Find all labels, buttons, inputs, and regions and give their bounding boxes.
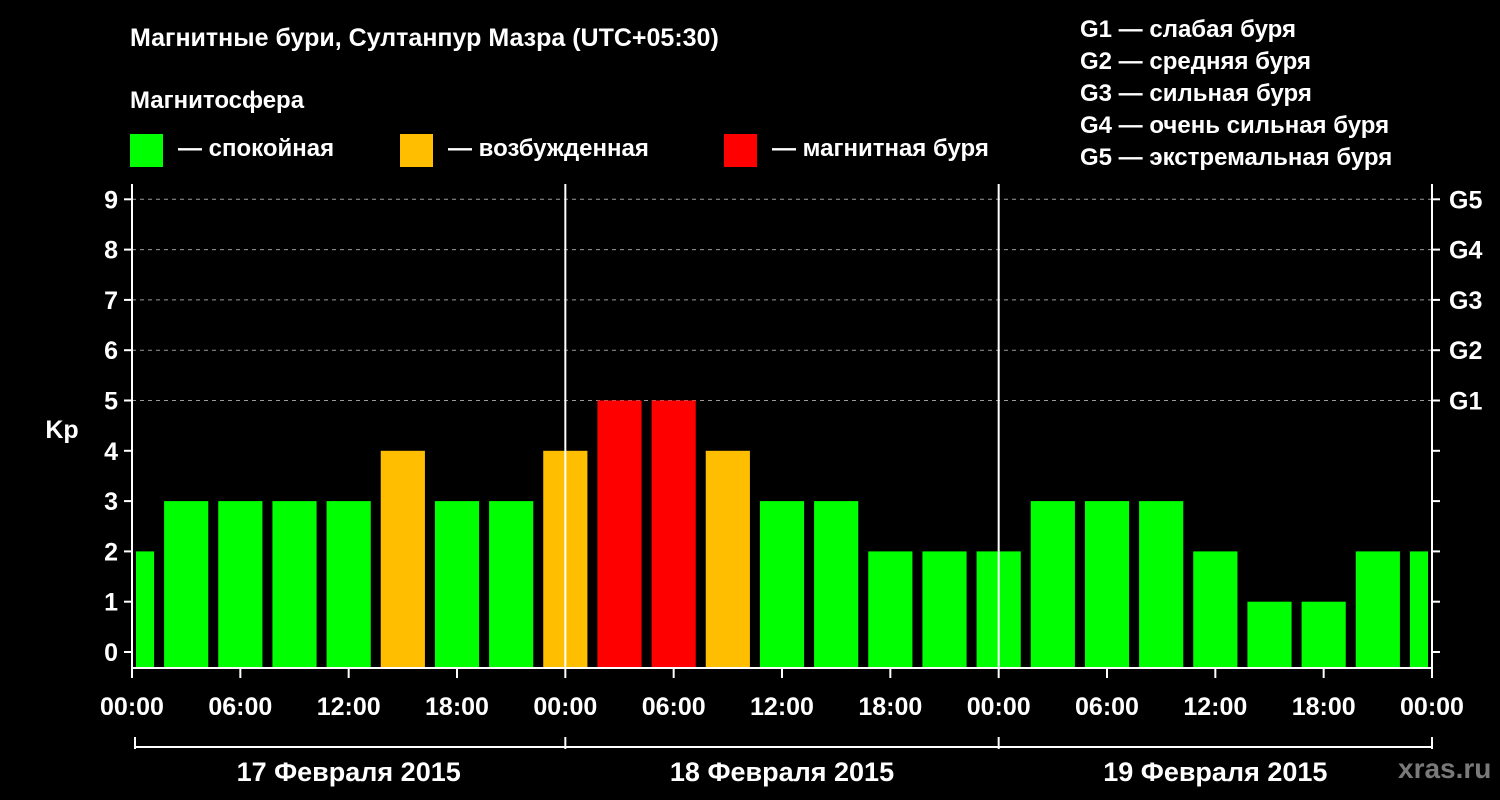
g-level-label-g5: G5 bbox=[1449, 186, 1482, 214]
x-tick-label-7: 18:00 bbox=[858, 693, 922, 721]
x-tick-label-9: 06:00 bbox=[1075, 693, 1139, 721]
y-tick-label-0: 0 bbox=[104, 639, 118, 667]
g-level-label-g1: G1 bbox=[1449, 388, 1482, 416]
kp-bar-11 bbox=[705, 450, 750, 668]
kp-bar-1 bbox=[164, 501, 209, 668]
kp-bar-15 bbox=[922, 551, 967, 668]
x-tick-label-8: 00:00 bbox=[967, 693, 1031, 721]
g-level-label-g2: G2 bbox=[1449, 337, 1482, 365]
kp-bar-21 bbox=[1247, 601, 1292, 668]
kp-bar-14 bbox=[868, 551, 913, 668]
kp-bar-23 bbox=[1355, 551, 1400, 668]
day-label-2: 19 Февраля 2015 bbox=[1103, 757, 1327, 787]
kp-bar-24 bbox=[1409, 551, 1428, 668]
kp-bar-13 bbox=[814, 501, 859, 668]
kp-bar-0 bbox=[136, 551, 155, 668]
kp-bar-19 bbox=[1139, 501, 1184, 668]
y-tick-label-9: 9 bbox=[104, 186, 118, 214]
kp-bar-22 bbox=[1301, 601, 1346, 668]
y-tick-label-2: 2 bbox=[104, 538, 118, 566]
y-tick-label-6: 6 bbox=[104, 337, 118, 365]
day-label-1: 18 Февраля 2015 bbox=[670, 757, 894, 787]
x-tick-label-6: 12:00 bbox=[750, 693, 814, 721]
day-label-0: 17 Февраля 2015 bbox=[237, 757, 461, 787]
kp-bar-10 bbox=[651, 400, 696, 668]
kp-bar-2 bbox=[218, 501, 263, 668]
kp-bar-7 bbox=[489, 501, 534, 668]
kp-bar-9 bbox=[597, 400, 642, 668]
kp-bar-3 bbox=[272, 501, 317, 668]
x-tick-label-10: 12:00 bbox=[1183, 693, 1247, 721]
x-tick-label-1: 06:00 bbox=[208, 693, 272, 721]
x-tick-label-3: 18:00 bbox=[425, 693, 489, 721]
kp-bar-12 bbox=[759, 501, 805, 668]
kp-bar-17 bbox=[1030, 501, 1075, 668]
g-level-label-g4: G4 bbox=[1449, 237, 1482, 265]
x-tick-label-12: 00:00 bbox=[1400, 693, 1464, 721]
x-tick-label-2: 12:00 bbox=[317, 693, 381, 721]
watermark: xras.ru bbox=[1398, 753, 1492, 784]
y-tick-label-1: 1 bbox=[104, 589, 118, 617]
g-level-label-g3: G3 bbox=[1449, 287, 1482, 315]
kp-bar-6 bbox=[434, 501, 480, 668]
kp-bar-5 bbox=[380, 450, 425, 668]
y-tick-label-7: 7 bbox=[104, 287, 118, 315]
y-tick-label-3: 3 bbox=[104, 488, 118, 516]
y-tick-label-4: 4 bbox=[104, 438, 118, 466]
kp-bar-18 bbox=[1084, 501, 1130, 668]
kp-bar-20 bbox=[1193, 551, 1238, 668]
y-tick-label-5: 5 bbox=[104, 388, 118, 416]
y-tick-label-8: 8 bbox=[104, 237, 118, 265]
x-tick-label-4: 00:00 bbox=[533, 693, 597, 721]
kp-chart: 0 1 2 3 4 5 6 7 8 9 G1 G2 G3 G4 G5 Kp 00:00 06:00 12:00 18:… bbox=[45, 184, 1482, 787]
x-tick-label-0: 00:00 bbox=[100, 693, 164, 721]
y-axis-label: Kp bbox=[45, 416, 78, 444]
kp-bar-4 bbox=[326, 501, 371, 668]
x-tick-label-5: 06:00 bbox=[642, 693, 706, 721]
x-tick-label-11: 18:00 bbox=[1292, 693, 1356, 721]
